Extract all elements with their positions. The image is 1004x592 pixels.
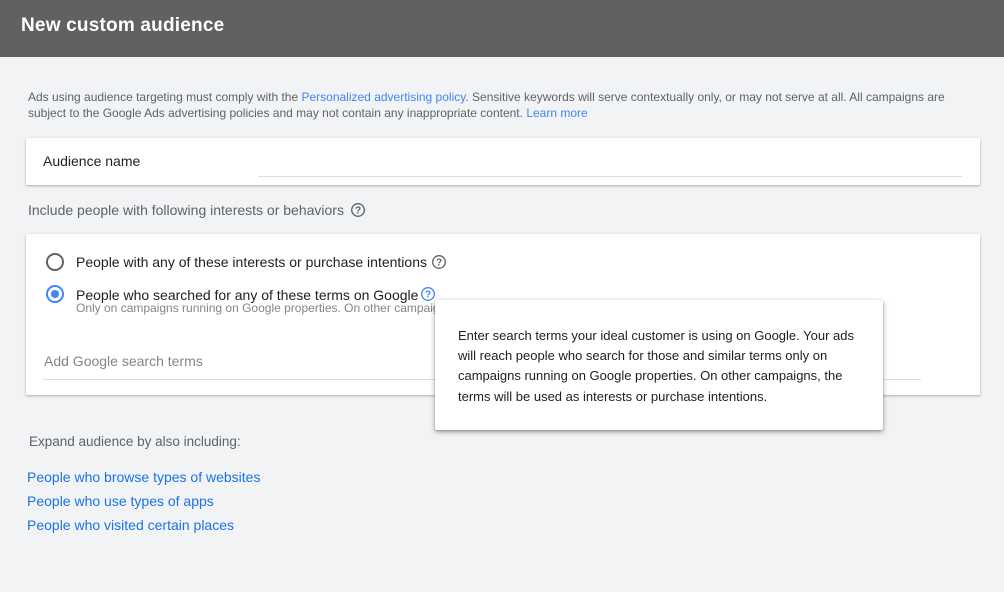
- svg-text:?: ?: [355, 206, 361, 217]
- svg-text:?: ?: [425, 289, 431, 300]
- svg-text:?: ?: [436, 258, 442, 269]
